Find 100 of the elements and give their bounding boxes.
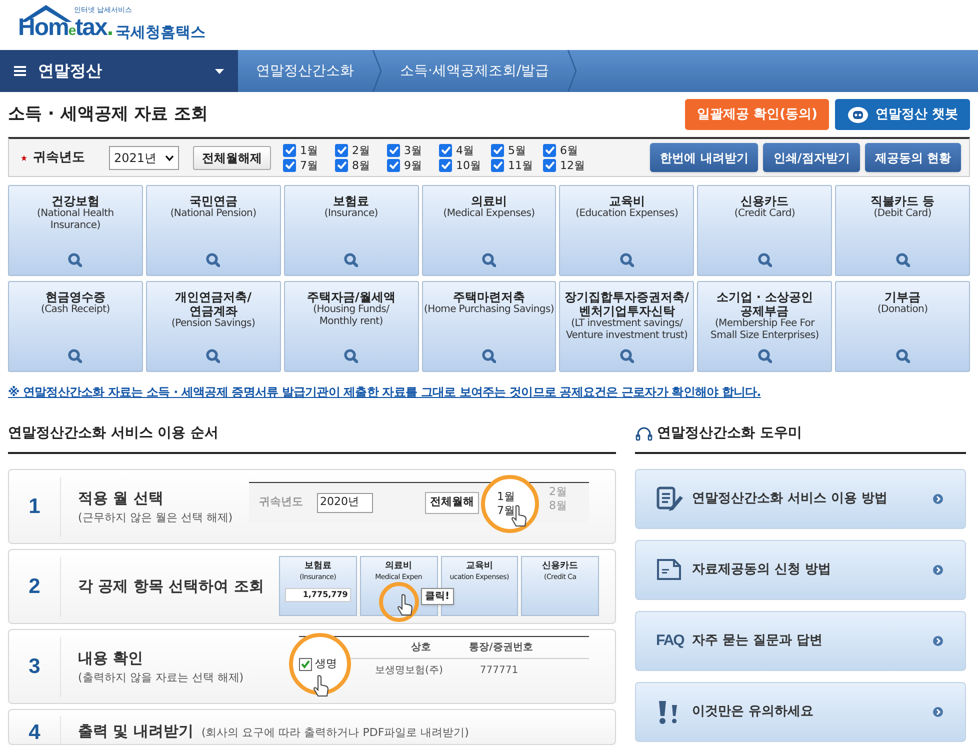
category-tile[interactable]: 소기업 · 소상공인 공제부금 (Membership Fee For Small Size Enterprises) <box>697 281 832 372</box>
month-label: 12월 <box>560 160 585 170</box>
year-select[interactable]: 2021년 <box>109 146 179 170</box>
menu-icon <box>14 66 26 76</box>
category-tile[interactable]: 장기집합투자증권저축/ 벤처기업투자신탁 (LT investment savings/ Venture investment trust) <box>559 281 694 372</box>
category-tile[interactable]: 보험료 (Insurance) <box>284 185 419 276</box>
help-link-button[interactable]: 자료제공동의 신청 방법 <box>635 540 966 600</box>
month-label: 1월 <box>300 144 318 156</box>
step-note: (출력하지 않을 자료는 선택 해제) <box>78 670 244 686</box>
hometax-logo: Hometax. <box>18 16 112 40</box>
category-tile[interactable]: 기부금 (Donation) <box>835 281 970 372</box>
search-icon <box>482 253 496 267</box>
help-link-button[interactable]: 이것만은 유의하세요 <box>635 682 966 742</box>
action-button[interactable]: 인쇄/점자받기 <box>763 143 860 172</box>
search-icon <box>68 253 82 267</box>
month-label: 2월 <box>352 144 370 156</box>
month-label: 3월 <box>404 144 422 156</box>
step-number: 4 <box>28 720 40 744</box>
illustration-text: 777771 <box>478 664 520 678</box>
checkbox-checked-icon <box>299 658 312 670</box>
chevron-circle-icon <box>933 707 943 717</box>
notice-link[interactable]: ※ 연말정산간소화 자료는 소득 · 세액공제 증명서류 발급기관이 제출한 자료를 그대로 보여주는 것이므로 공제요건은 근로자가 확인해야 합니다. <box>8 383 970 401</box>
search-icon <box>896 253 910 267</box>
category-tile[interactable]: 주택마련저축 (Home Purchasing Savings) <box>422 281 556 372</box>
chevron-circle-icon <box>933 565 943 575</box>
month-checkbox[interactable] <box>439 144 452 156</box>
section-heading: 연말정산간소화 도우미 <box>657 424 802 443</box>
month-checkbox[interactable] <box>543 158 556 172</box>
category-tile[interactable]: 교육비 (Education Expenses) <box>559 185 694 276</box>
month-checkbox[interactable] <box>491 158 504 172</box>
step-number: 1 <box>28 494 40 520</box>
illustration-text: 8월 <box>549 499 567 513</box>
pointer-hand-icon <box>397 594 413 616</box>
month-label: 8월 <box>352 160 370 170</box>
month-label: 11월 <box>508 160 533 170</box>
illustration-text: 귀속년도 <box>259 494 304 510</box>
section-heading: 연말정산간소화 서비스 이용 순서 <box>8 424 220 443</box>
month-checkbox[interactable] <box>387 158 400 172</box>
chatbot-button[interactable]: 연말정산 챗봇 <box>835 99 970 130</box>
month-label: 10월 <box>456 160 481 170</box>
month-checkbox[interactable] <box>439 158 452 172</box>
search-icon <box>344 253 358 267</box>
illustration-text: 2월 <box>549 485 567 499</box>
chevron-circle-icon <box>933 636 943 646</box>
step-number: 3 <box>28 654 40 680</box>
month-checkbox[interactable] <box>543 144 556 156</box>
illustration-text: 의료비 <box>385 561 412 572</box>
month-label: 5월 <box>508 144 526 156</box>
month-label: 9월 <box>404 160 422 170</box>
month-checkbox[interactable] <box>491 144 504 156</box>
step-title: 내용 확인 <box>78 648 144 669</box>
robot-icon <box>847 106 870 124</box>
category-tile[interactable]: 개인연금저축/ 연금계좌 (Pension Savings) <box>146 281 281 372</box>
category-tile[interactable]: 의료비 (Medical Expenses) <box>422 185 556 276</box>
category-tile[interactable]: 직불카드 등 (Debit Card) <box>835 185 970 276</box>
document-icon <box>656 557 684 583</box>
action-button[interactable]: 제공동의 현황 <box>864 143 961 172</box>
search-icon <box>344 349 358 363</box>
search-icon <box>482 349 496 363</box>
search-icon <box>896 349 910 363</box>
breadcrumb-link[interactable]: 소득·세액공제조회/발급 <box>382 50 568 92</box>
category-tile[interactable]: 건강보험 (National Health Insurance) <box>8 185 143 276</box>
search-icon <box>206 349 220 363</box>
month-checkbox[interactable] <box>283 144 296 156</box>
month-checkbox[interactable] <box>283 158 296 172</box>
illustration-field: 1,775,779 <box>284 588 351 602</box>
chevron-separator-icon <box>372 50 382 92</box>
clear-months-button[interactable]: 전체월해제 <box>193 146 271 170</box>
category-tile[interactable]: 현금영수증 (Cash Receipt) <box>8 281 143 372</box>
month-checkbox[interactable] <box>335 158 348 172</box>
caret-down-icon <box>215 68 224 74</box>
illustration-text: 보생명보험(주) <box>374 664 444 678</box>
month-checkbox[interactable] <box>335 144 348 156</box>
step-number: 2 <box>28 574 40 600</box>
illustration-text: 7월 <box>497 504 515 518</box>
required-asterisk-icon <box>21 154 27 160</box>
illustration-text: 신용카드 <box>542 561 578 572</box>
step-title: 출력 및 내려받기 <box>78 721 194 742</box>
step-title: 각 공제 항목 선택하여 조회 <box>78 576 264 598</box>
month-checkbox[interactable] <box>387 144 400 156</box>
illustration-text: 상호 <box>410 641 432 655</box>
month-label: 6월 <box>560 144 578 156</box>
document-pencil-icon <box>656 486 684 512</box>
month-label: 7월 <box>300 160 318 170</box>
help-link-button[interactable]: 연말정산간소화 서비스 이용 방법 <box>635 469 966 529</box>
menu-dropdown[interactable]: 연말정산 <box>0 50 238 92</box>
breadcrumb-link[interactable]: 연말정산간소화 <box>238 50 372 92</box>
year-label: 귀속년도 <box>33 148 86 167</box>
category-tile[interactable]: 주택자금/월세액 (Housing Funds/ Monthly rent) <box>284 281 419 372</box>
search-icon <box>68 349 82 363</box>
action-button[interactable]: 한번에 내려받기 <box>650 143 758 172</box>
step-title: 적용 월 선택 <box>78 488 164 509</box>
month-label: 4월 <box>456 144 474 156</box>
search-icon <box>758 253 772 267</box>
headset-icon <box>635 426 653 440</box>
category-tile[interactable]: 국민연금 (National Pension) <box>146 185 281 276</box>
help-link-button[interactable]: FAQ 자주 묻는 질문과 답변 <box>635 611 966 671</box>
page-title: 소득 · 세액공제 자료 조회 <box>8 102 208 126</box>
logo-name: 국세청홈택스 <box>116 25 206 40</box>
category-tile[interactable]: 신용카드 (Credit Card) <box>697 185 832 276</box>
